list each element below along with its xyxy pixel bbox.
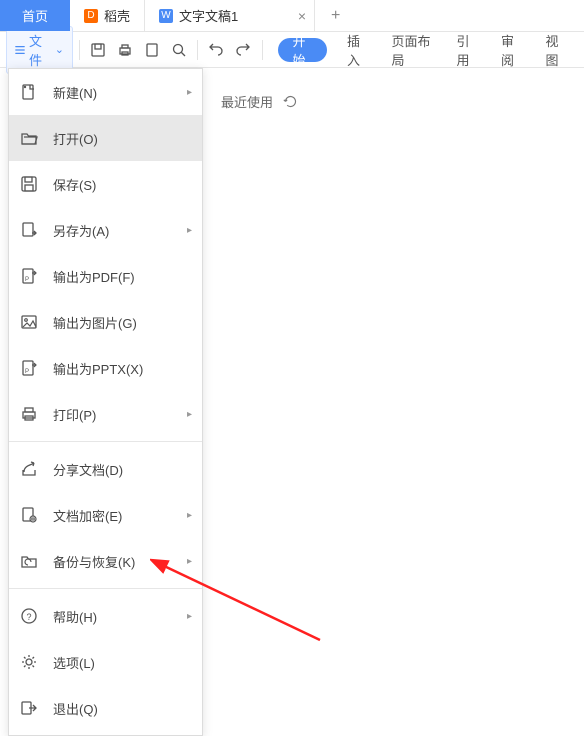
menu-separator — [9, 441, 202, 442]
menu-item-encrypt[interactable]: 文档加密(E) ▸ — [9, 492, 202, 538]
toolbar: 文件 ⌄ 开始 插入 页面布局 引用 审阅 视图 — [0, 32, 584, 68]
menu-help-label: 帮助(H) — [53, 607, 173, 626]
help-icon: ? — [19, 606, 39, 626]
menu-item-new[interactable]: 新建(N) ▸ — [9, 69, 202, 115]
chevron-down-icon: ⌄ — [55, 43, 64, 56]
chevron-right-icon: ▸ — [187, 556, 192, 567]
lock-icon — [19, 505, 39, 525]
save-icon[interactable] — [86, 36, 111, 64]
ribbon-tab-review[interactable]: 审阅 — [489, 32, 534, 68]
folder-open-icon — [19, 128, 39, 148]
svg-text:P: P — [25, 369, 29, 375]
ribbon-references-label: 引用 — [457, 31, 478, 69]
refresh-icon[interactable] — [283, 94, 298, 109]
ribbon-insert-label: 插入 — [347, 31, 368, 69]
tab-shell[interactable]: D 稻壳 — [70, 0, 145, 31]
menu-save-label: 保存(S) — [53, 175, 192, 194]
menu-item-options[interactable]: 选项(L) — [9, 639, 202, 685]
menu-print-label: 打印(P) — [53, 405, 173, 424]
recent-header: 最近使用 — [205, 68, 584, 111]
ribbon-view-label: 视图 — [546, 31, 567, 69]
chevron-right-icon: ▸ — [187, 87, 192, 98]
ribbon-tab-view[interactable]: 视图 — [534, 32, 579, 68]
undo-icon[interactable] — [204, 36, 229, 64]
backup-icon — [19, 551, 39, 571]
menu-pptx-label: 输出为PPTX(X) — [53, 359, 192, 378]
menu-item-print[interactable]: 打印(P) ▸ — [9, 391, 202, 437]
menu-item-save-as[interactable]: 另存为(A) ▸ — [9, 207, 202, 253]
tab-new[interactable]: + — [315, 0, 385, 31]
ribbon-start-label: 开始 — [292, 31, 313, 69]
shell-icon: D — [84, 9, 98, 23]
pdf-icon: P — [19, 266, 39, 286]
menu-new-label: 新建(N) — [53, 83, 173, 102]
menu-item-open[interactable]: 打开(O) — [9, 115, 202, 161]
print-quick-icon[interactable] — [113, 36, 138, 64]
ribbon-pagelayout-label: 页面布局 — [392, 31, 433, 69]
file-button[interactable]: 文件 ⌄ — [6, 26, 73, 74]
ribbon-tab-insert[interactable]: 插入 — [335, 32, 380, 68]
printer-icon — [19, 404, 39, 424]
tab-strip: 首页 D 稻壳 W 文字文稿1 × + — [0, 0, 584, 32]
menu-encrypt-label: 文档加密(E) — [53, 506, 173, 525]
ribbon-tab-pagelayout[interactable]: 页面布局 — [380, 32, 445, 68]
menu-separator — [9, 588, 202, 589]
menu-saveas-label: 另存为(A) — [53, 221, 173, 240]
close-icon[interactable]: × — [298, 8, 306, 24]
chevron-right-icon: ▸ — [187, 611, 192, 622]
exit-icon — [19, 698, 39, 718]
menu-backup-label: 备份与恢复(K) — [53, 552, 173, 571]
print-preview-icon[interactable] — [139, 36, 164, 64]
menu-item-export-pdf[interactable]: P 输出为PDF(F) — [9, 253, 202, 299]
hamburger-icon — [15, 44, 25, 56]
ribbon-tab-start[interactable]: 开始 — [278, 38, 327, 62]
menu-share-label: 分享文档(D) — [53, 460, 192, 479]
menu-pdf-label: 输出为PDF(F) — [53, 267, 192, 286]
separator — [197, 40, 198, 60]
share-icon — [19, 459, 39, 479]
menu-image-label: 输出为图片(G) — [53, 313, 192, 332]
chevron-right-icon: ▸ — [187, 409, 192, 420]
tab-home[interactable]: 首页 — [0, 0, 70, 31]
svg-text:?: ? — [27, 612, 32, 622]
tab-document[interactable]: W 文字文稿1 × — [145, 0, 315, 31]
tab-shell-label: 稻壳 — [104, 6, 130, 25]
chevron-right-icon: ▸ — [187, 225, 192, 236]
image-icon — [19, 312, 39, 332]
pptx-icon: P — [19, 358, 39, 378]
chevron-right-icon: ▸ — [187, 510, 192, 521]
redo-icon[interactable] — [231, 36, 256, 64]
doc-icon: W — [159, 9, 173, 23]
separator — [79, 40, 80, 60]
tab-home-label: 首页 — [22, 6, 48, 25]
svg-text:P: P — [25, 277, 29, 283]
file-button-label: 文件 — [29, 31, 51, 69]
zoom-icon[interactable] — [166, 36, 191, 64]
plus-icon: + — [331, 7, 340, 25]
gear-icon — [19, 652, 39, 672]
ribbon-review-label: 审阅 — [501, 31, 522, 69]
menu-open-label: 打开(O) — [53, 129, 192, 148]
separator — [262, 40, 263, 60]
menu-item-share[interactable]: 分享文档(D) — [9, 446, 202, 492]
save-file-icon — [19, 174, 39, 194]
save-as-icon — [19, 220, 39, 240]
menu-item-export-image[interactable]: 输出为图片(G) — [9, 299, 202, 345]
ribbon: 开始 插入 页面布局 引用 审阅 视图 — [278, 32, 578, 68]
menu-exit-label: 退出(Q) — [53, 699, 192, 718]
menu-item-export-pptx[interactable]: P 输出为PPTX(X) — [9, 345, 202, 391]
menu-item-save[interactable]: 保存(S) — [9, 161, 202, 207]
menu-item-help[interactable]: ? 帮助(H) ▸ — [9, 593, 202, 639]
ribbon-tab-references[interactable]: 引用 — [445, 32, 490, 68]
menu-item-exit[interactable]: 退出(Q) — [9, 685, 202, 731]
new-file-icon — [19, 82, 39, 102]
recent-panel: 最近使用 — [205, 68, 584, 111]
file-menu: 新建(N) ▸ 打开(O) 保存(S) 另存为(A) ▸ P 输出为PDF(F)… — [8, 68, 203, 736]
menu-item-backup[interactable]: 备份与恢复(K) ▸ — [9, 538, 202, 584]
menu-options-label: 选项(L) — [53, 653, 192, 672]
tab-document-label: 文字文稿1 — [179, 6, 238, 25]
recent-header-label: 最近使用 — [221, 92, 273, 111]
